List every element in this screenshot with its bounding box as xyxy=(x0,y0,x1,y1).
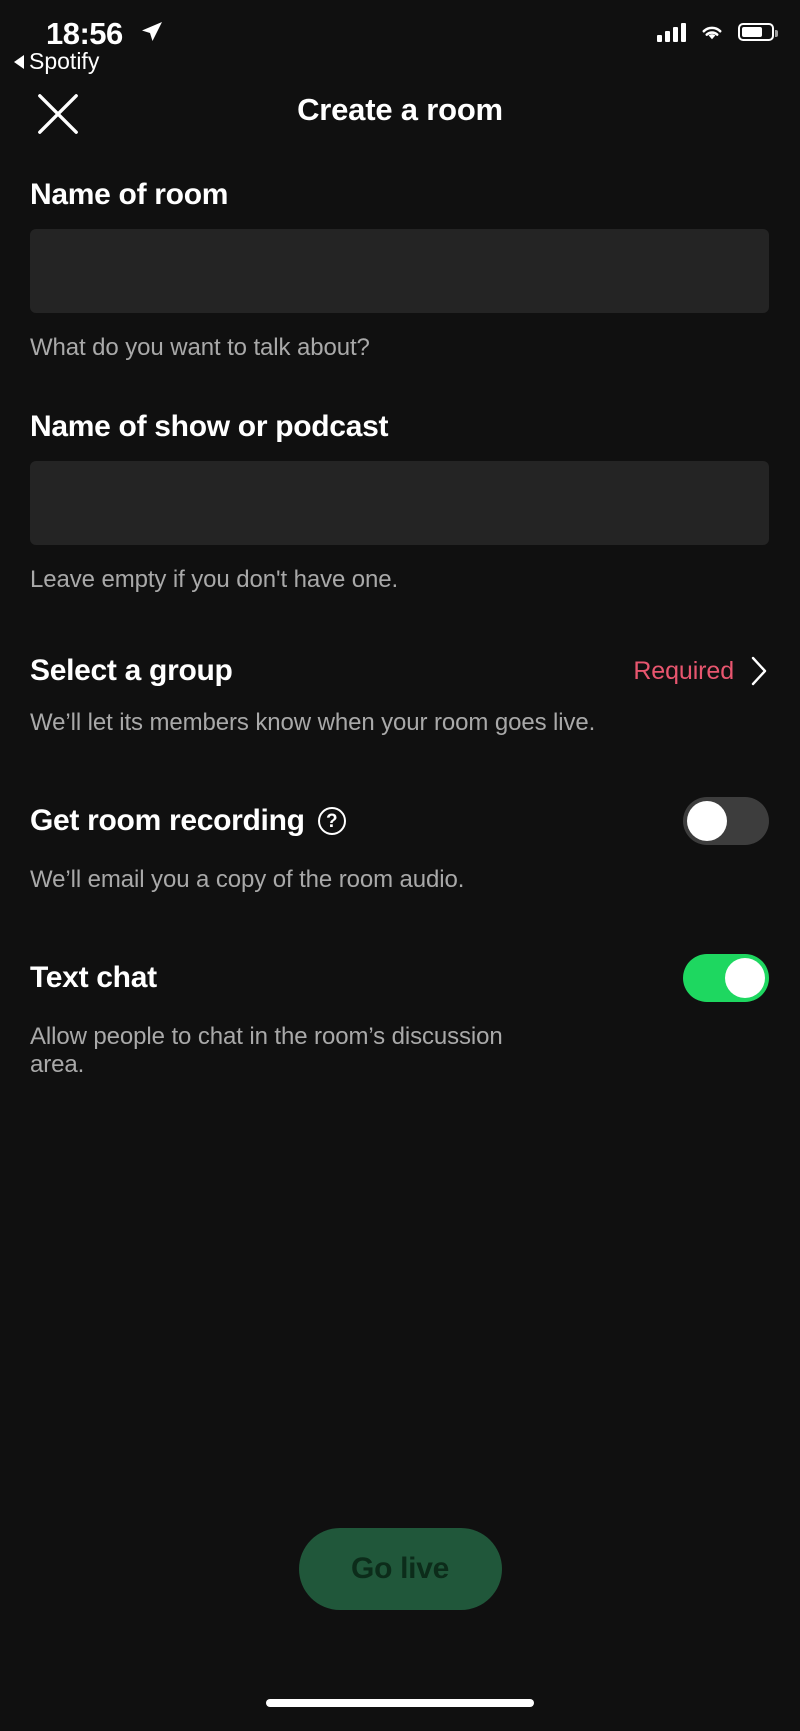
text-chat-field-group: Text chat Allow people to chat in the ro… xyxy=(30,954,770,1079)
room-recording-label-wrap: Get room recording ? xyxy=(30,804,346,838)
room-name-input[interactable] xyxy=(30,229,769,313)
room-recording-label: Get room recording xyxy=(30,804,305,837)
room-recording-toggle[interactable] xyxy=(683,797,769,845)
text-chat-toggle[interactable] xyxy=(683,954,769,1002)
show-name-helper: Leave empty if you don't have one. xyxy=(30,566,399,593)
form-content: Name of room What do you want to talk ab… xyxy=(0,178,800,1079)
text-chat-row: Text chat xyxy=(30,954,769,1002)
select-group-label: Select a group xyxy=(30,654,233,687)
back-app-label: Spotify xyxy=(29,48,100,74)
home-indicator xyxy=(266,1699,534,1707)
required-badge: Required xyxy=(633,656,734,685)
room-name-field-group: Name of room What do you want to talk ab… xyxy=(30,178,770,362)
battery-icon xyxy=(738,23,778,41)
wifi-icon xyxy=(702,26,722,40)
status-bar-indicators xyxy=(657,22,778,42)
app-screen: 18:56 Spotify Create a room Name of room… xyxy=(0,0,800,1731)
status-bar: 18:56 Spotify xyxy=(0,0,800,78)
toggle-knob xyxy=(687,801,727,841)
question-mark-icon[interactable]: ? xyxy=(317,807,346,835)
page-title: Create a room xyxy=(297,92,503,127)
show-name-label: Name of show or podcast xyxy=(30,410,389,443)
toggle-knob xyxy=(725,958,765,998)
select-group-status: Required xyxy=(633,655,769,687)
select-group-field-group: Select a group Required We’ll let its me… xyxy=(30,654,770,737)
room-recording-field-group: Get room recording ? We’ll email you a c… xyxy=(30,797,770,894)
room-name-label: Name of room xyxy=(30,178,229,211)
status-bar-time: 18:56 xyxy=(46,16,123,51)
room-name-helper: What do you want to talk about? xyxy=(30,334,370,361)
chevron-right-icon xyxy=(751,656,767,686)
text-chat-helper: Allow people to chat in the room’s discu… xyxy=(30,1023,503,1078)
navigation-header: Create a room xyxy=(0,88,800,150)
back-to-app-button[interactable]: Spotify xyxy=(14,48,99,75)
select-group-helper: We’ll let its members know when your roo… xyxy=(30,709,596,736)
room-recording-helper: We’ll email you a copy of the room audio… xyxy=(30,866,465,893)
location-arrow-icon xyxy=(142,22,162,41)
go-live-button[interactable]: Go live xyxy=(298,1528,502,1610)
room-recording-row: Get room recording ? xyxy=(30,797,769,845)
show-name-field-group: Name of show or podcast Leave empty if y… xyxy=(30,410,770,594)
go-live-button-container: Go live xyxy=(0,1528,800,1610)
text-chat-label: Text chat xyxy=(30,961,157,994)
select-group-row[interactable]: Select a group Required xyxy=(30,654,769,688)
show-name-input[interactable] xyxy=(30,461,769,545)
cellular-signal-icon xyxy=(657,22,686,42)
back-triangle-icon xyxy=(14,54,24,69)
